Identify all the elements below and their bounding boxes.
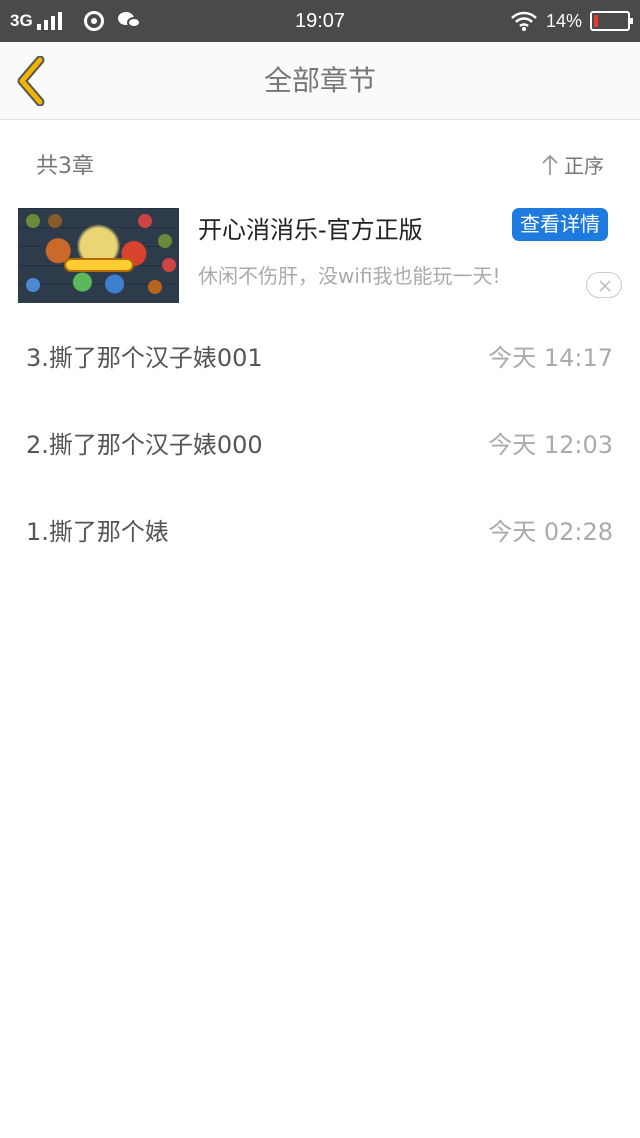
page-title: 全部章节: [263, 64, 376, 97]
arrow-up-icon: [542, 154, 558, 175]
ad-close-button[interactable]: [586, 272, 622, 298]
ad-description: 休闲不伤肝，没wifi我也能玩一天!: [198, 264, 501, 288]
sort-order-label: 正序: [564, 154, 604, 178]
battery-percent: 14%: [545, 10, 582, 31]
chapter-row[interactable]: 3.撕了那个汉子婊001 今天 14:17: [0, 310, 640, 397]
sort-order-button[interactable]: 正序: [542, 150, 604, 179]
chapter-time: 今天 02:28: [488, 518, 613, 546]
ad-thumbnail: [18, 208, 179, 303]
header: 全部章节: [0, 42, 640, 120]
status-bar-right: 14%: [510, 0, 633, 42]
ad-title: 开心消消乐-官方正版: [198, 216, 423, 244]
ad-card[interactable]: 开心消消乐-官方正版 休闲不伤肝，没wifi我也能玩一天! 查看详情: [0, 206, 640, 306]
chapter-title: 1.撕了那个婊: [26, 518, 169, 546]
chapter-list: 3.撕了那个汉子婊001 今天 14:17 2.撕了那个汉子婊000 今天 12…: [0, 310, 640, 571]
chapter-count: 共3章: [36, 154, 94, 179]
view-details-button[interactable]: 查看详情: [512, 208, 608, 241]
chapter-row[interactable]: 1.撕了那个婊 今天 02:28: [0, 484, 640, 571]
chapter-time: 今天 12:03: [488, 431, 613, 459]
chapter-title: 3.撕了那个汉子婊001: [26, 344, 263, 372]
battery-icon: [590, 11, 633, 31]
close-icon: [599, 280, 611, 292]
chapter-row[interactable]: 2.撕了那个汉子婊000 今天 12:03: [0, 397, 640, 484]
status-bar: 3G 19:07 14%: [0, 0, 640, 42]
chapter-summary: 共3章 正序: [0, 120, 640, 206]
chapter-title: 2.撕了那个汉子婊000: [26, 431, 263, 459]
battery-level: [594, 15, 598, 27]
chapter-time: 今天 14:17: [488, 344, 613, 372]
wifi-icon: [511, 11, 537, 31]
